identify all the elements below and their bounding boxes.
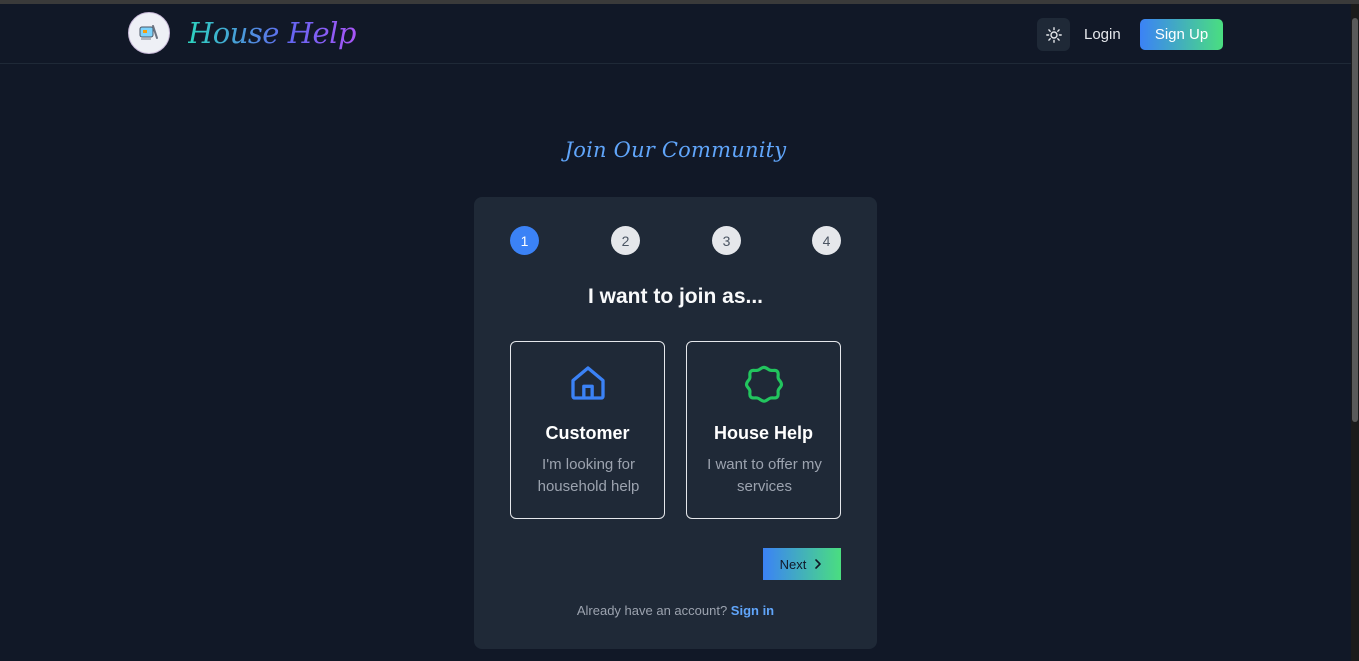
signin-link[interactable]: Sign in <box>731 603 774 618</box>
signup-card: 1 2 3 4 I want to join as... Customer I'… <box>474 197 877 649</box>
step-2: 2 <box>611 226 640 255</box>
sun-icon <box>1045 26 1062 43</box>
theme-toggle-button[interactable] <box>1037 18 1070 51</box>
next-button[interactable]: Next <box>763 548 841 580</box>
page-heading: Join Our Community <box>564 138 787 162</box>
top-navbar: House Help Login Sign Up <box>0 4 1351 64</box>
next-label: Next <box>779 556 807 572</box>
login-link[interactable]: Login <box>1084 26 1121 43</box>
option-description: I'm looking for household help <box>537 456 640 495</box>
scrollbar-thumb[interactable] <box>1352 18 1358 422</box>
logo-icon <box>139 25 158 40</box>
option-title: House Help <box>713 423 814 443</box>
signin-prompt: Already have an account? <box>576 603 728 618</box>
step-3: 3 <box>712 226 741 255</box>
logo[interactable] <box>128 12 170 54</box>
option-house-help[interactable]: House Help I want to offer my services <box>686 341 841 519</box>
chevron-right-icon <box>815 559 822 569</box>
badge-icon <box>744 365 783 403</box>
step-4: 4 <box>812 226 841 255</box>
scrollbar[interactable] <box>1351 4 1359 661</box>
option-customer[interactable]: Customer I'm looking for household help <box>510 341 665 519</box>
signup-button[interactable]: Sign Up <box>1140 19 1223 50</box>
option-title: Customer <box>545 423 630 443</box>
step-1: 1 <box>510 226 539 255</box>
house-icon <box>570 366 605 400</box>
signin-row: Already have an account? Sign in <box>474 603 877 618</box>
brand-name[interactable]: House Help <box>188 16 356 50</box>
form-title: I want to join as... <box>587 285 763 308</box>
option-description: I want to offer my services <box>707 456 822 495</box>
